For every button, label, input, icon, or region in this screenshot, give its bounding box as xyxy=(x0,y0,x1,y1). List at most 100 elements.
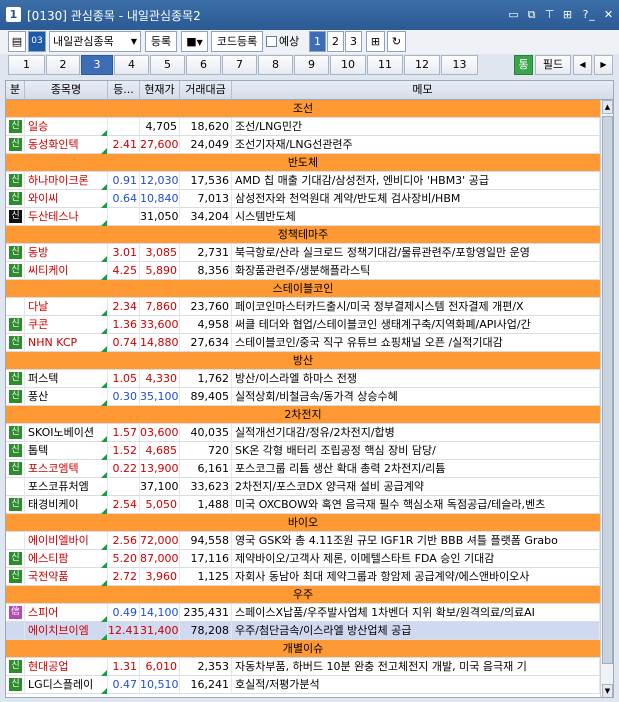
table-row[interactable]: 신 하나마이크론 0.91 12,030 17,536 AMD 칩 매출 기대감/삼성전자… xyxy=(6,172,600,190)
grid-icon[interactable]: ⊞ xyxy=(560,7,575,22)
stock-name[interactable]: 에스티팜 xyxy=(25,550,108,568)
tab-3[interactable]: 3 xyxy=(81,55,113,75)
stock-name[interactable]: 다날 xyxy=(25,298,108,316)
table-row[interactable]: 신 에스티팜 5.20 87,000 17,116 제약바이오/고객사 제론, 이메텔스타… xyxy=(6,550,600,568)
table-row[interactable]: 신 와이씨 0.64 10,840 7,013 삼성전자와 천억원대 계약/반도체 검사장… xyxy=(6,190,600,208)
tab-field[interactable]: 필드 xyxy=(535,55,571,75)
table-row[interactable]: 신 동성화인텍 2.41 27,600 24,049 조선기자재/LNG선관련주 xyxy=(6,136,600,154)
stock-name[interactable]: 퍼스텍 xyxy=(25,370,108,388)
stock-name[interactable]: 에이치브이엠 xyxy=(25,622,108,640)
col-header-rate[interactable]: 등... xyxy=(108,81,140,100)
table-row[interactable]: 포스코퓨처엠 37,100 33,623 2차전지/포스코DX 양극재 설비 공급계약 xyxy=(6,478,600,496)
tab-4[interactable]: 4 xyxy=(114,55,149,75)
scroll-up-icon[interactable]: ▲ xyxy=(602,100,613,114)
table-row[interactable]: 신 두산테스나 31,050 34,204 시스템반도체 xyxy=(6,208,600,226)
stock-name[interactable]: 두산테스나 xyxy=(25,208,108,226)
col-header-volume[interactable]: 거래대금 xyxy=(180,81,232,100)
stop-dropdown[interactable]: ■▼ xyxy=(181,31,208,52)
copy-icon[interactable]: ⧉ xyxy=(524,7,539,22)
col-header-type[interactable]: 분 xyxy=(6,81,25,100)
pin-icon[interactable]: ⊤ xyxy=(542,7,557,22)
scroll-thumb[interactable] xyxy=(602,116,613,664)
table-row[interactable]: 신 포스코엠텍 0.22 13,900 6,161 포스코그룹 리튬 생산 확대 총력 2… xyxy=(6,460,600,478)
stock-name[interactable]: 하나마이크론 xyxy=(25,172,108,190)
next-arrow-icon[interactable]: ▶ xyxy=(594,55,613,75)
stock-name[interactable]: 톱텍 xyxy=(25,442,108,460)
stock-name[interactable]: 풍산 xyxy=(25,388,108,406)
stock-name[interactable]: 동성화인텍 xyxy=(25,136,108,154)
tab-9[interactable]: 9 xyxy=(294,55,329,75)
settings-grid-icon[interactable]: ⊞ xyxy=(366,31,385,52)
stock-name[interactable]: 포스코엠텍 xyxy=(25,460,108,478)
stock-name[interactable]: 국전약품 xyxy=(25,568,108,586)
stock-name[interactable]: 스피어 xyxy=(25,604,108,622)
tab-11[interactable]: 11 xyxy=(367,55,403,75)
badge-cell: 신 xyxy=(6,334,25,352)
table-row[interactable]: 다날 2.34 7,860 23,760 페이코인마스터카드출시/미국 정부결제시스템 … xyxy=(6,298,600,316)
prev-arrow-icon[interactable]: ◀ xyxy=(573,55,592,75)
preview-checkbox[interactable] xyxy=(266,36,277,47)
current-price: 5,050 xyxy=(140,496,180,514)
stock-name[interactable]: NHN KCP xyxy=(25,334,108,352)
tab-total[interactable]: 통 xyxy=(514,55,533,75)
tab-12[interactable]: 12 xyxy=(404,55,440,75)
tab-5[interactable]: 5 xyxy=(150,55,185,75)
stock-name[interactable]: 태경비케이 xyxy=(25,496,108,514)
list-icon[interactable]: 03 xyxy=(28,31,46,52)
table-row[interactable]: 에이치브이엠 12.41 31,400 78,208 우주/첨단금속/이스라엘 방산업체… xyxy=(6,622,600,640)
table-row[interactable]: 신 LG디스플레이 0.47 10,510 16,241 호실적/저평가분석 xyxy=(6,676,600,694)
view-1-button[interactable]: 1 xyxy=(309,31,326,52)
stock-name[interactable]: 일승 xyxy=(25,118,108,136)
code-register-button[interactable]: 코드등록 xyxy=(211,31,263,52)
memo: 포스코그룹 리튬 생산 확대 총력 2차전지/리튬 xyxy=(232,460,600,478)
table-row[interactable]: 신 SKOI노베이션 1.57 03,600 40,035 실적개선기대감/정유/2차전지… xyxy=(6,424,600,442)
table-row[interactable]: 신 톱텍 1.52 4,685 720 SK온 각형 배터리 조립공정 핵심 장비 담당/ xyxy=(6,442,600,460)
refresh-icon[interactable]: ↻ xyxy=(387,31,406,52)
table-row[interactable]: 信 스피어 0.49 14,100 235,431 스페이스X납품/우주발사업체 1차벤더… xyxy=(6,604,600,622)
stop-icon: ■ xyxy=(186,35,197,48)
badge-cell: 신 xyxy=(6,262,25,280)
group-select[interactable]: 내일관심종목 ▼ xyxy=(49,31,141,52)
table-row[interactable]: 신 일승 4,705 18,620 조선/LNG민간 xyxy=(6,118,600,136)
window-list-icon[interactable]: ▭ xyxy=(506,7,521,22)
tab-1[interactable]: 1 xyxy=(8,55,45,75)
tab-10[interactable]: 10 xyxy=(330,55,366,75)
tab-6[interactable]: 6 xyxy=(186,55,221,75)
col-header-memo[interactable]: 메모 xyxy=(232,81,613,100)
col-header-name[interactable]: 종목명 xyxy=(25,81,108,100)
stock-name[interactable]: LG디스플레이 xyxy=(25,676,108,694)
stock-name[interactable]: SKOI노베이션 xyxy=(25,424,108,442)
new-badge-icon: 신 xyxy=(9,390,22,403)
vertical-scrollbar[interactable]: ▲ ▼ xyxy=(600,100,613,697)
close-icon[interactable]: ✕ xyxy=(601,7,616,22)
stock-name[interactable]: 현대공업 xyxy=(25,658,108,676)
tab-13[interactable]: 13 xyxy=(441,55,478,75)
stock-name[interactable]: 에이비엘바이 xyxy=(25,532,108,550)
layout-icon[interactable]: ▤ xyxy=(8,31,26,52)
view-2-button[interactable]: 2 xyxy=(327,31,344,52)
stock-name[interactable]: 동방 xyxy=(25,244,108,262)
minimize-icon[interactable]: _ xyxy=(586,7,598,22)
table-row[interactable]: 신 현대공업 1.31 6,010 2,353 자동차부품, 하버드 10분 완충 전고체… xyxy=(6,658,600,676)
table-row[interactable]: 신 씨티케이 4.25 5,890 8,356 화장품관련주/생분해플라스틱 xyxy=(6,262,600,280)
stock-name[interactable]: 와이씨 xyxy=(25,190,108,208)
tab-2[interactable]: 2 xyxy=(46,55,80,75)
table-row[interactable]: 신 퍼스텍 1.05 4,330 1,762 방산/이스라엘 하마스 전쟁 xyxy=(6,370,600,388)
table-row[interactable]: 신 쿠콘 1.36 33,600 4,958 써클 테더와 협업/스테이블코인 생태계구축… xyxy=(6,316,600,334)
table-row[interactable]: 신 태경비케이 2.54 5,050 1,488 미국 OXCBOW와 혹연 음극재 필수… xyxy=(6,496,600,514)
stock-name[interactable]: 씨티케이 xyxy=(25,262,108,280)
stock-name[interactable]: 포스코퓨처엠 xyxy=(25,478,108,496)
scroll-down-icon[interactable]: ▼ xyxy=(602,684,613,697)
table-row[interactable]: 신 풍산 0.30 35,100 89,405 실적상회/비철금속/동가격 상승수혜 xyxy=(6,388,600,406)
tab-7[interactable]: 7 xyxy=(222,55,257,75)
table-row[interactable]: 신 동방 3.01 3,085 2,731 북극항로/산라 실크로드 정책기대감/물류관련… xyxy=(6,244,600,262)
view-3-button[interactable]: 3 xyxy=(345,31,362,52)
col-header-price[interactable]: 현재가 xyxy=(140,81,180,100)
stock-name[interactable]: 쿠콘 xyxy=(25,316,108,334)
table-row[interactable]: 신 국전약품 2.72 3,960 1,125 자회사 동남아 최대 제약그룹과 항암제 … xyxy=(6,568,600,586)
tab-8[interactable]: 8 xyxy=(258,55,293,75)
badge-cell: 신 xyxy=(6,370,25,388)
register-button[interactable]: 등록 xyxy=(145,31,177,52)
table-row[interactable]: 신 NHN KCP 0.74 14,880 27,634 스테이블코인/중국 직구 유튜브… xyxy=(6,334,600,352)
table-row[interactable]: 에이비엘바이 2.56 72,000 94,558 영국 GSK와 총 4.11조원 규… xyxy=(6,532,600,550)
